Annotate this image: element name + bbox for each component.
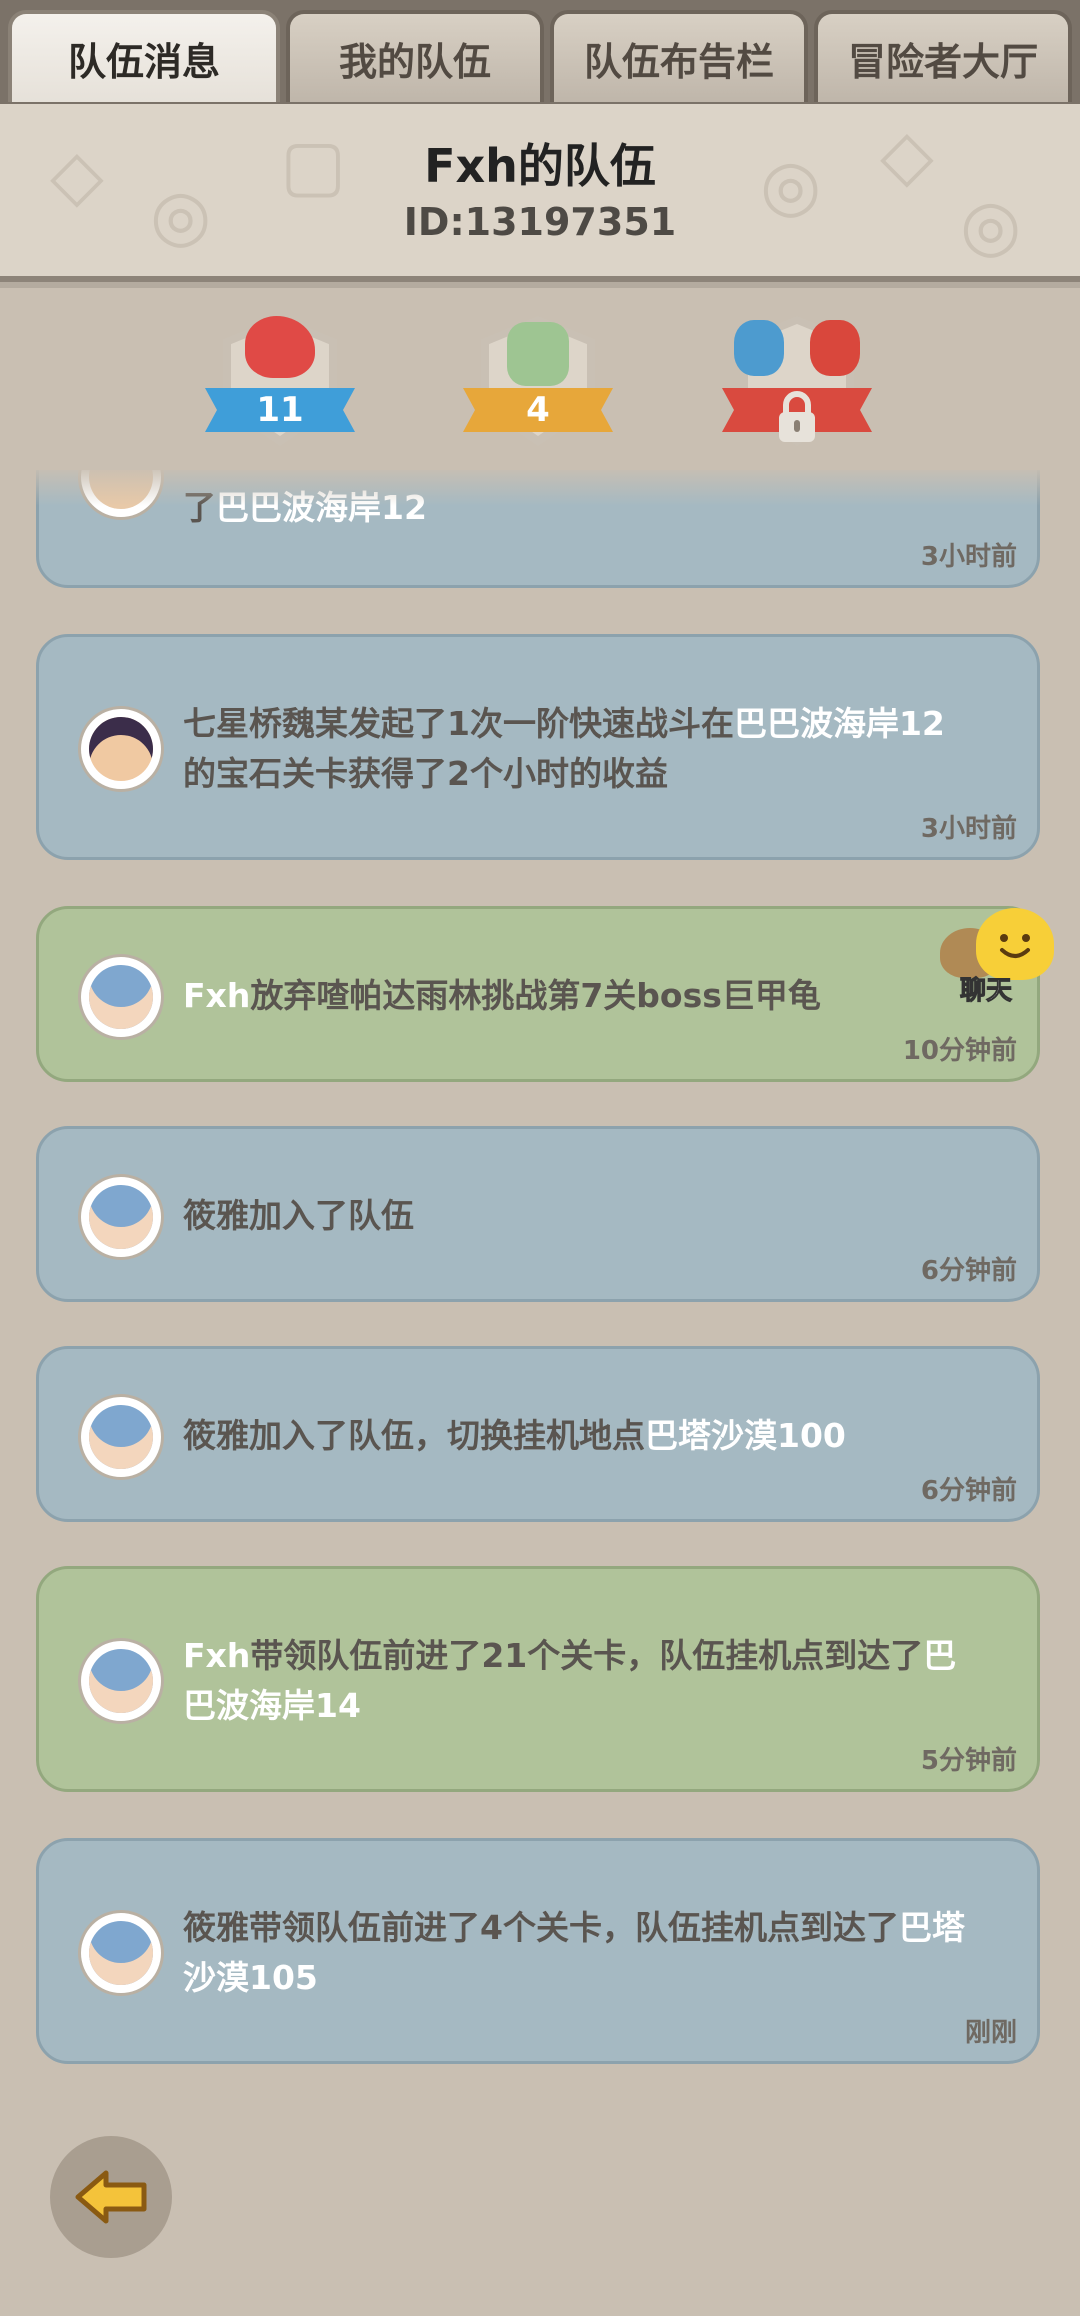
badge-count-ribbon: 11 [205, 388, 355, 432]
message-time: 10分钟前 [902, 1036, 1017, 1066]
feed-top-fade [0, 466, 1080, 506]
message-text: Fxh放弃喳帕达雨林挑战第7关boss巨甲龟 [183, 976, 821, 1015]
chat-button[interactable]: 聊天 [940, 908, 1060, 1008]
back-arrow-icon [75, 2170, 147, 2224]
chat-label: 聊天 [959, 976, 1013, 1007]
message-card: 筱雅加入了队伍 6分钟前 [36, 1126, 1040, 1302]
green-golem-icon [507, 322, 569, 386]
badge-battle-locked[interactable] [722, 316, 872, 456]
message-time: 6分钟前 [920, 1256, 1017, 1286]
message-time: 3小时前 [920, 814, 1017, 844]
team-id: ID:13197351 [403, 200, 677, 244]
message-time: 6分钟前 [920, 1476, 1017, 1506]
badge-count-ribbon: 4 [463, 388, 613, 432]
red-dragon-icon [245, 316, 315, 378]
avatar [81, 1177, 161, 1257]
avatar [81, 957, 161, 1037]
tab-adventurer-hall[interactable]: 冒险者大厅 [814, 10, 1072, 102]
message-text: 筱雅加入了队伍，切换挂机地点巴塔沙漠100 [183, 1416, 846, 1455]
back-button[interactable] [50, 2136, 172, 2258]
team-name: Fxh的队伍 [424, 139, 656, 193]
avatar [81, 709, 161, 789]
tab-team-bulletin[interactable]: 队伍布告栏 [550, 10, 808, 102]
message-card: 筱雅带领队伍前进了4个关卡，队伍挂机点到达了巴塔沙漠105 刚刚 [36, 1838, 1040, 2064]
message-time: 5分钟前 [920, 1746, 1017, 1776]
tab-team-messages[interactable]: 队伍消息 [8, 10, 280, 102]
blue-warrior-icon [734, 320, 784, 376]
avatar [81, 1913, 161, 1993]
message-feed[interactable]: 了巴巴波海岸12 3小时前 七星桥魏某发起了1次一阶快速战斗在巴巴波海岸12的宝… [0, 470, 1080, 2090]
lock-icon [779, 391, 815, 442]
message-time: 3小时前 [920, 542, 1017, 572]
red-warrior-icon [810, 320, 860, 376]
tab-my-team[interactable]: 我的队伍 [286, 10, 544, 102]
message-text: 筱雅带领队伍前进了4个关卡，队伍挂机点到达了巴塔沙漠105 [183, 1908, 965, 1997]
tab-bar: 队伍消息 我的队伍 队伍布告栏 冒险者大厅 [0, 0, 1080, 104]
badge-red-dragon[interactable]: 11 [205, 316, 355, 456]
avatar [81, 1397, 161, 1477]
message-card: Fxh带领队伍前进了21个关卡，队伍挂机点到达了巴巴波海岸14 5分钟前 [36, 1566, 1040, 1792]
team-header: ◇ ◎ ▢ ◎ ◇ ◎ Fxh的队伍 ID:13197351 [0, 104, 1080, 282]
message-text: 筱雅加入了队伍 [183, 1196, 414, 1235]
message-card: 筱雅加入了队伍，切换挂机地点巴塔沙漠100 6分钟前 [36, 1346, 1040, 1522]
badge-green-golem[interactable]: 4 [463, 316, 613, 456]
message-card: Fxh放弃喳帕达雨林挑战第7关boss巨甲龟 10分钟前 [36, 906, 1040, 1082]
message-text: 七星桥魏某发起了1次一阶快速战斗在巴巴波海岸12的宝石关卡获得了2个小时的收益 [183, 704, 945, 793]
message-time: 刚刚 [964, 2018, 1017, 2048]
avatar [81, 1641, 161, 1721]
message-card: 七星桥魏某发起了1次一阶快速战斗在巴巴波海岸12的宝石关卡获得了2个小时的收益 … [36, 634, 1040, 860]
message-text: Fxh带领队伍前进了21个关卡，队伍挂机点到达了巴巴波海岸14 [183, 1636, 957, 1725]
